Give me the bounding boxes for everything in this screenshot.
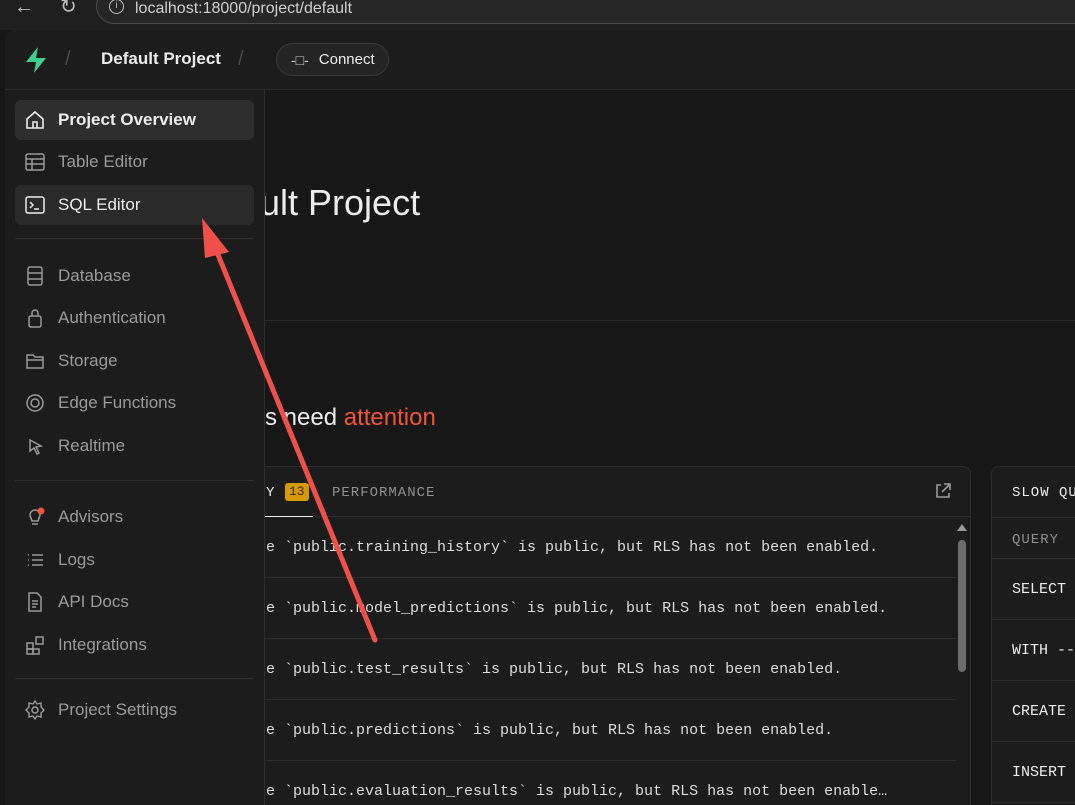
app-window: / Default Project / -□- Connect ult Proj… <box>5 30 1075 805</box>
reload-icon[interactable]: ↻ <box>60 0 77 17</box>
back-arrow-icon[interactable]: ← <box>14 0 34 17</box>
cursor-icon <box>29 438 44 456</box>
slow-queries-title: SLOW QU <box>1012 485 1075 501</box>
sidebar-item-project-overview[interactable]: Project Overview <box>15 100 254 140</box>
table-icon <box>25 153 45 171</box>
blocks-icon <box>26 636 44 655</box>
slow-query-row[interactable]: INSERT <box>992 742 1075 803</box>
security-count-badge: 13 <box>285 483 309 501</box>
connect-label: Connect <box>318 51 375 68</box>
lock-icon <box>28 309 42 328</box>
sidebar-item-table-editor[interactable]: Table Editor <box>15 142 254 182</box>
sidebar-item-edge-functions[interactable]: Edge Functions <box>15 383 254 423</box>
divider <box>255 320 1075 321</box>
sidebar-item-integrations[interactable]: Integrations <box>15 625 254 665</box>
sidebar-item-advisors[interactable]: Advisors <box>15 497 254 537</box>
top-header: / Default Project / -□- Connect <box>5 30 1075 90</box>
slow-query-row[interactable]: CREATE <box>992 681 1075 742</box>
database-icon <box>27 266 43 286</box>
scrollbar[interactable] <box>956 522 968 805</box>
folder-icon <box>26 354 44 369</box>
sidebar-divider <box>15 480 254 481</box>
tab-performance[interactable]: PERFORMANCE <box>332 485 435 501</box>
slow-query-row[interactable]: SELECT <box>992 559 1075 620</box>
scrollbar-thumb[interactable] <box>958 540 966 672</box>
lightbulb-icon <box>29 507 45 525</box>
browser-bar: ← ↻ i localhost:18000/project/default <box>0 0 1075 30</box>
gear-icon <box>25 699 45 721</box>
sidebar-item-api-docs[interactable]: API Docs <box>15 582 254 622</box>
sidebar-item-database[interactable]: Database <box>15 256 254 296</box>
attention-heading: s need attention <box>265 404 436 432</box>
tab-security[interactable]: Y <box>266 485 275 501</box>
home-icon <box>26 110 44 129</box>
sidebar-item-authentication[interactable]: Authentication <box>15 298 254 338</box>
sidebar-item-project-settings[interactable]: Project Settings <box>15 690 254 730</box>
breadcrumb-separator: / <box>238 48 244 70</box>
slow-queries-header: QUERY <box>992 517 1075 559</box>
list-icon <box>28 554 43 566</box>
project-name[interactable]: Default Project <box>101 49 221 69</box>
sidebar-item-storage[interactable]: Storage <box>15 341 254 381</box>
document-icon <box>28 592 42 612</box>
terminal-icon <box>25 196 45 214</box>
sidebar-item-realtime[interactable]: Realtime <box>15 426 254 466</box>
address-bar[interactable]: i localhost:18000/project/default <box>96 0 1075 24</box>
sidebar: Project Overview Table Editor SQL Editor… <box>5 90 265 805</box>
connect-button[interactable]: -□- Connect <box>276 43 389 76</box>
slow-queries-card: SLOW QU QUERY SELECT WITH -- CREATE INSE… <box>991 466 1075 805</box>
attention-word: attention <box>343 404 436 431</box>
url-text: localhost:18000/project/default <box>135 0 353 17</box>
plug-icon: -□- <box>291 51 309 68</box>
sidebar-divider <box>15 678 254 679</box>
info-icon[interactable]: i <box>109 0 124 14</box>
scroll-up-arrow-icon[interactable] <box>957 524 967 531</box>
breadcrumb-separator: / <box>65 48 71 70</box>
sidebar-item-logs[interactable]: Logs <box>15 540 254 580</box>
page-title: ult Project <box>260 182 421 223</box>
slow-query-row[interactable]: WITH -- <box>992 620 1075 681</box>
supabase-logo-icon[interactable] <box>23 46 49 74</box>
attention-prefix: s need <box>265 404 344 431</box>
edge-functions-icon <box>26 394 44 412</box>
sidebar-item-sql-editor[interactable]: SQL Editor <box>15 185 254 225</box>
sidebar-divider <box>15 238 254 239</box>
external-link-icon[interactable] <box>934 482 952 500</box>
